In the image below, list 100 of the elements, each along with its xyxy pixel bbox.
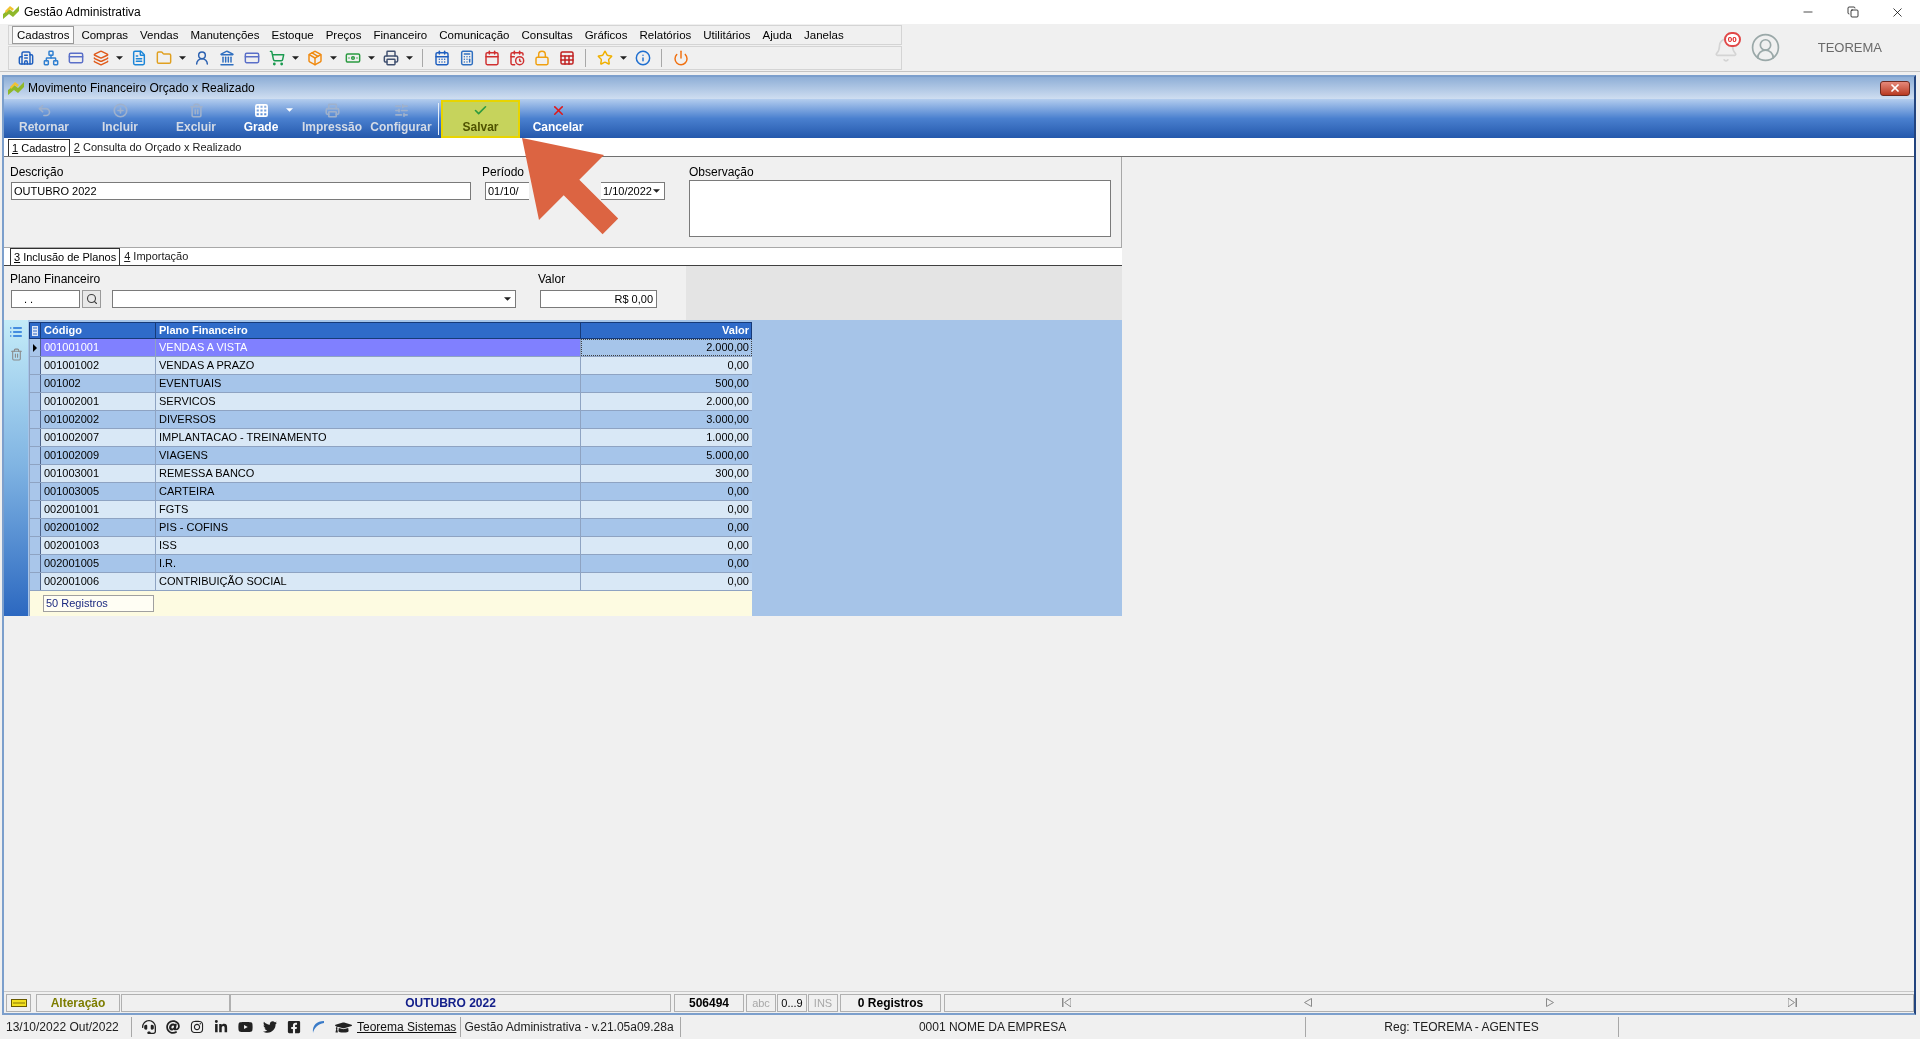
instagram-icon[interactable] <box>190 1020 204 1034</box>
linkedin-icon[interactable] <box>214 1020 228 1034</box>
menu-item[interactable]: Janelas <box>799 26 849 44</box>
table-row[interactable]: 002001001 FGTS 0,00 <box>29 501 752 519</box>
table-cell: VIAGENS <box>156 447 581 464</box>
cancel-button[interactable]: Cancelar <box>520 99 596 138</box>
table-row[interactable]: 002001005 I.R. 0,00 <box>29 555 752 573</box>
table-row[interactable]: 001002 EVENTUAIS 500,00 <box>29 375 752 393</box>
document-icon[interactable] <box>130 50 147 66</box>
tab[interactable]: 2 Consulta do Orçado x Realizado <box>69 139 246 156</box>
tab[interactable]: 4 Importação <box>120 248 193 265</box>
table-row[interactable]: 002001003 ISS 0,00 <box>29 537 752 555</box>
previous-record-button[interactable] <box>1301 995 1315 1010</box>
close-icon <box>1889 82 1901 94</box>
columns-icon[interactable] <box>32 325 38 336</box>
org-chart-icon[interactable] <box>42 50 59 66</box>
caret-icon[interactable] <box>116 56 123 60</box>
menu-item[interactable]: Estoque <box>266 26 319 44</box>
table-row[interactable]: 001002007 IMPLANTACAO - TREINAMENTO 1.000,00 <box>29 429 752 447</box>
calendar-icon[interactable] <box>433 50 450 66</box>
app-logo-icon <box>8 81 24 95</box>
save-button[interactable]: Salvar <box>441 99 520 138</box>
company-link[interactable]: Teorema Sistemas <box>357 1018 457 1036</box>
trash-icon[interactable] <box>9 348 23 361</box>
caret-icon[interactable] <box>179 56 186 60</box>
child-window-title: Movimento Financeiro Orçado x Realizado <box>28 80 255 97</box>
next-record-button[interactable] <box>1543 995 1557 1010</box>
caret-icon[interactable] <box>368 56 375 60</box>
menu-item[interactable]: Manutenções <box>185 26 265 44</box>
headset-icon[interactable] <box>142 1020 156 1034</box>
menu-item[interactable]: Utilitários <box>698 26 756 44</box>
menu-item[interactable]: Ajuda <box>757 26 797 44</box>
first-record-button[interactable] <box>1059 995 1073 1010</box>
menu-item[interactable]: Comunicação <box>434 26 515 44</box>
person-icon[interactable] <box>193 50 210 66</box>
notes-field[interactable] <box>689 180 1111 237</box>
building-icon[interactable] <box>17 50 34 66</box>
menu-item[interactable]: Compras <box>76 26 134 44</box>
swoosh-icon[interactable] <box>311 1020 325 1034</box>
search-button[interactable] <box>82 290 101 308</box>
calculator-icon[interactable] <box>458 50 475 66</box>
menu-item[interactable]: Financeiro <box>368 26 433 44</box>
calendar-icon[interactable] <box>483 50 500 66</box>
plan-dropdown[interactable] <box>112 290 516 308</box>
column-header[interactable]: Código <box>41 323 156 338</box>
printer-icon[interactable] <box>382 50 399 66</box>
layers-icon[interactable] <box>92 50 109 66</box>
table-row[interactable]: 001002002 DIVERSOS 3.000,00 <box>29 411 752 429</box>
grid-button[interactable]: Grade <box>234 99 298 138</box>
menu-item[interactable]: Preços <box>320 26 367 44</box>
youtube-icon[interactable] <box>238 1020 253 1034</box>
table-row[interactable]: 001002009 VIAGENS 5.000,00 <box>29 447 752 465</box>
at-sign-icon[interactable] <box>166 1020 180 1034</box>
table-cell: VENDAS A PRAZO <box>156 357 581 374</box>
menu-item[interactable]: Cadastros <box>12 26 75 44</box>
table-row[interactable]: 001003005 CARTEIRA 0,00 <box>29 483 752 501</box>
menu-item[interactable]: Relatórios <box>634 26 697 44</box>
plan-code-input[interactable]: . . <box>11 290 80 308</box>
date-field[interactable]: 01/10/ <box>485 182 529 200</box>
table-cell: EVENTUAIS <box>156 375 581 392</box>
table-row[interactable]: 001003001 REMESSA BANCO 300,00 <box>29 465 752 483</box>
notifications-button[interactable]: 00 <box>1710 31 1741 64</box>
graduation-cap-icon[interactable] <box>335 1019 352 1035</box>
child-close-button[interactable] <box>1880 80 1910 96</box>
menu-item[interactable]: Consultas <box>516 26 578 44</box>
cart-icon[interactable] <box>268 50 285 66</box>
column-header[interactable]: Valor <box>581 323 751 338</box>
table-row[interactable]: 002001002 PIS - COFINS 0,00 <box>29 519 752 537</box>
star-icon[interactable] <box>596 50 613 66</box>
caret-icon[interactable] <box>406 56 413 60</box>
banknote-icon[interactable] <box>344 50 361 66</box>
date-field[interactable]: 1/10/2022 <box>601 182 665 200</box>
twitter-icon[interactable] <box>263 1020 277 1034</box>
power-icon[interactable] <box>672 50 689 66</box>
table-row[interactable]: 002001006 CONTRIBUIÇÃO SOCIAL 0,00 <box>29 573 752 591</box>
table-cell: 001001002 <box>41 357 156 374</box>
table-row[interactable]: 001001002 VENDAS A PRAZO 0,00 <box>29 357 752 375</box>
caret-icon[interactable] <box>653 189 660 193</box>
table-row[interactable]: 001001001 VENDAS A VISTA 2.000,00 <box>29 339 752 357</box>
table-row[interactable]: 001002001 SERVICOS 2.000,00 <box>29 393 752 411</box>
calendar-clock-icon[interactable] <box>508 50 525 66</box>
list-icon[interactable] <box>9 325 23 339</box>
tab[interactable]: 3 Inclusão de Planos <box>10 248 121 265</box>
column-header[interactable]: Plano Financeiro <box>156 323 581 338</box>
card-icon[interactable] <box>67 50 84 66</box>
bank-icon[interactable] <box>218 50 235 66</box>
amount-input[interactable]: R$ 0,00 <box>540 290 657 308</box>
facebook-icon[interactable] <box>287 1020 301 1034</box>
caret-icon[interactable] <box>504 297 511 301</box>
last-record-button[interactable] <box>1785 995 1799 1010</box>
caret-icon[interactable] <box>620 56 627 60</box>
card-icon[interactable] <box>243 50 260 66</box>
menu-item[interactable]: Gráficos <box>579 26 633 44</box>
caret-icon[interactable] <box>330 56 337 60</box>
caret-icon[interactable] <box>292 56 299 60</box>
tab[interactable]: 1 Cadastro <box>8 139 70 156</box>
info-icon[interactable] <box>634 50 651 66</box>
table-icon[interactable] <box>558 50 575 66</box>
menu-item[interactable]: Vendas <box>135 26 184 44</box>
description-input[interactable]: OUTUBRO 2022 <box>11 182 471 200</box>
